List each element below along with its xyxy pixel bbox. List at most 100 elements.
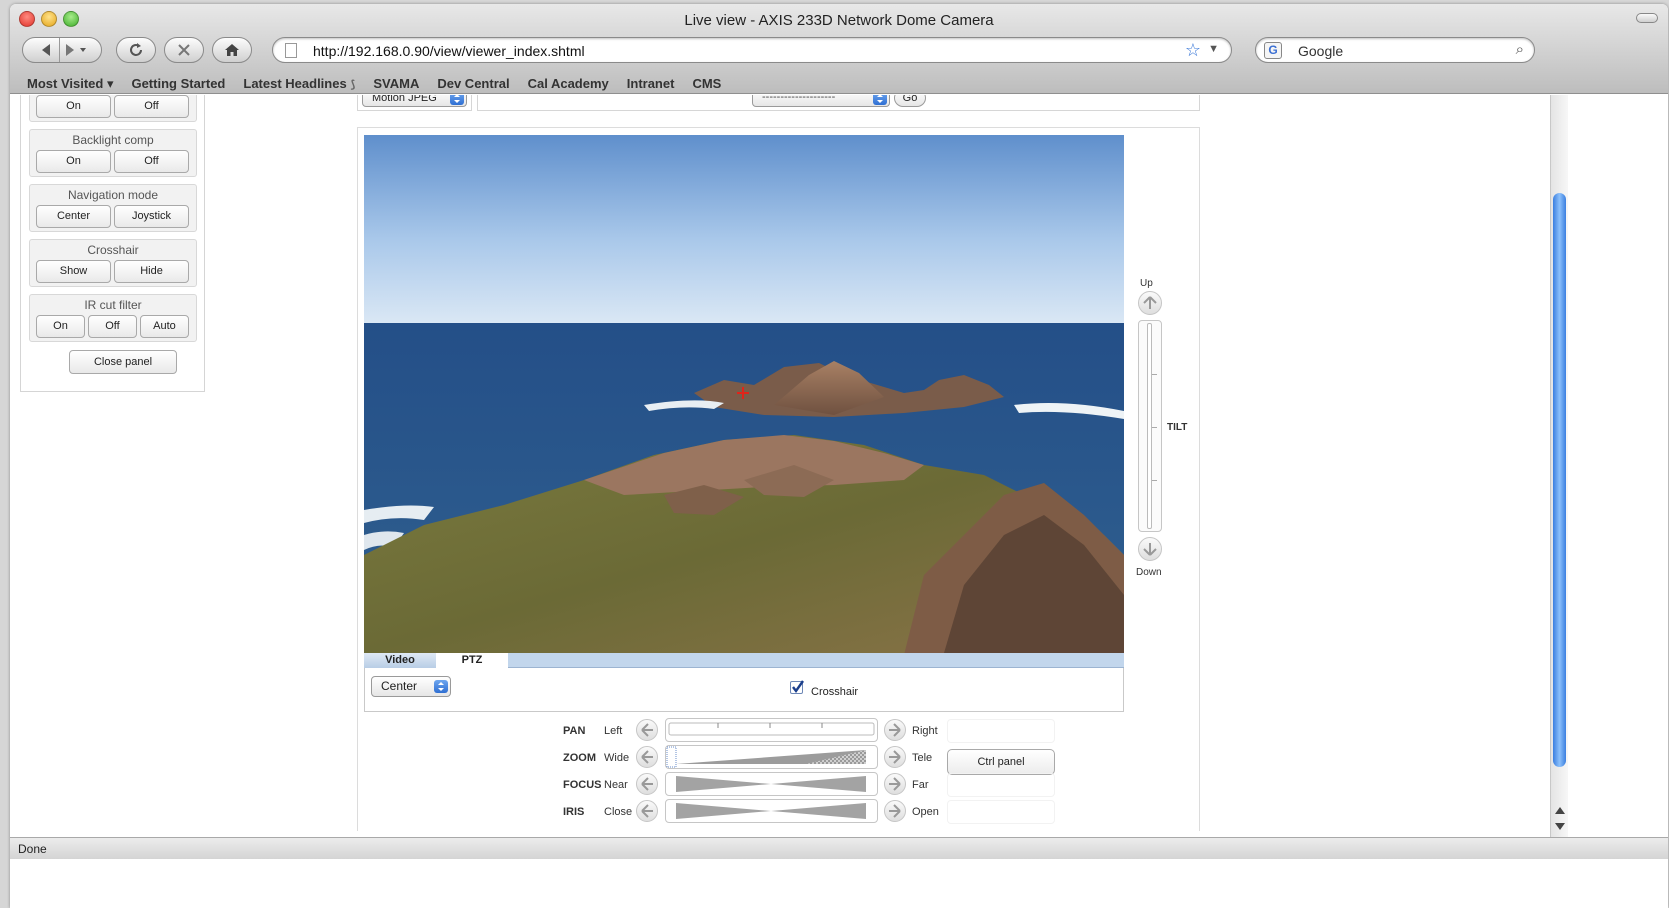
bookmark-latest-headlines[interactable]: Latest Headlines ⟆ [234, 72, 364, 94]
page-content: On Off Backlight comp On Off Navigation … [10, 95, 1550, 831]
pan-label: PAN [563, 725, 586, 737]
camera-live-image[interactable] [364, 135, 1124, 653]
click-mode-value: Center [381, 679, 418, 693]
toolbar-toggle-button[interactable] [1636, 13, 1658, 23]
scroll-up-icon[interactable] [1555, 807, 1565, 814]
stop-icon [178, 44, 190, 56]
window-title: Live view - AXIS 233D Network Dome Camer… [684, 12, 994, 29]
url-dropdown-icon[interactable]: ▼ [1208, 43, 1219, 55]
close-panel-button[interactable]: Close panel [69, 350, 177, 374]
tilt-slider-bar [1147, 323, 1152, 529]
preset-select[interactable]: -------------------- [752, 95, 890, 107]
zoom-wide-button[interactable] [636, 746, 658, 768]
vertical-scrollbar[interactable] [1550, 95, 1568, 837]
zoom-slider[interactable] [665, 745, 878, 769]
ptz-tab-panel: Center Crosshair [364, 668, 1124, 712]
empty-slot [947, 773, 1055, 797]
checkmark-icon [792, 680, 804, 694]
ir-cut-filter-group: IR cut filter On Off Auto [29, 294, 197, 342]
ir-cut-filter-label: IR cut filter [84, 298, 142, 312]
zoom-tele-button[interactable] [884, 746, 906, 768]
bookmark-intranet[interactable]: Intranet [618, 72, 684, 94]
navigation-mode-group: Navigation mode Center Joystick [29, 184, 197, 232]
status-bar: Done [10, 837, 1668, 859]
pan-slider[interactable] [665, 718, 878, 742]
tilt-tick [1152, 374, 1157, 375]
zoom-label: ZOOM [563, 752, 596, 764]
backlight-off-button[interactable]: Off [114, 150, 189, 173]
click-mode-select[interactable]: Center [371, 676, 451, 697]
navigation-joystick-button[interactable]: Joystick [114, 205, 189, 228]
crosshair-checkbox-label: Crosshair [811, 686, 859, 698]
reload-icon [130, 43, 142, 56]
home-button[interactable] [212, 37, 252, 63]
bookmark-dev-central[interactable]: Dev Central [428, 72, 518, 94]
title-bar: Live view - AXIS 233D Network Dome Camer… [10, 4, 1668, 94]
stream-format-select[interactable]: Motion JPEG [362, 95, 467, 107]
iris-close-button[interactable] [636, 800, 658, 822]
ir-cut-on-button[interactable]: On [36, 315, 85, 338]
search-bar[interactable]: G Google ⌕ [1255, 37, 1535, 63]
iris-close-label: Close [604, 806, 633, 818]
reload-button[interactable] [116, 37, 156, 63]
back-icon[interactable] [37, 42, 57, 58]
crosshair-label: Crosshair [87, 243, 139, 257]
ir-cut-off-button[interactable]: Off [88, 315, 137, 338]
scrollbar-thumb[interactable] [1553, 193, 1566, 767]
focus-slider[interactable] [665, 772, 878, 796]
tab-video[interactable]: Video [364, 653, 436, 668]
arrow-right-icon [889, 723, 901, 737]
iris-open-button[interactable] [884, 800, 906, 822]
bookmark-getting-started[interactable]: Getting Started [122, 72, 234, 94]
url-text[interactable]: http://192.168.0.90/view/viewer_index.sh… [313, 43, 585, 59]
view-tabs: Video PTZ [364, 653, 1124, 669]
bookmark-cms[interactable]: CMS [683, 72, 730, 94]
bookmark-star-icon[interactable]: ☆ [1185, 40, 1201, 61]
focus-near-button[interactable] [636, 773, 658, 795]
ctrl-panel-button[interactable]: Ctrl panel [947, 749, 1055, 775]
arrow-left-icon [641, 777, 653, 791]
tilt-tick [1152, 480, 1157, 481]
crosshair-hide-button[interactable]: Hide [114, 260, 189, 283]
top-on-button[interactable]: On [36, 95, 111, 118]
bookmark-svama[interactable]: SVAMA [364, 72, 428, 94]
arrow-right-icon [889, 750, 901, 764]
crosshair-checkbox[interactable] [790, 680, 804, 694]
arrow-right-icon [889, 804, 901, 818]
history-dropdown-icon[interactable] [78, 42, 88, 58]
backlight-group: Backlight comp On Off [29, 129, 197, 177]
search-input[interactable]: Google [1298, 43, 1343, 59]
bookmark-cal-academy[interactable]: Cal Academy [519, 72, 618, 94]
focus-far-button[interactable] [884, 773, 906, 795]
browser-window: Live view - AXIS 233D Network Dome Camer… [10, 4, 1668, 908]
tilt-slider[interactable] [1138, 320, 1162, 532]
tilt-up-button[interactable] [1138, 291, 1162, 315]
scroll-down-icon[interactable] [1555, 823, 1565, 830]
empty-slot [947, 800, 1055, 824]
search-icon[interactable]: ⌕ [1516, 41, 1524, 58]
navigation-center-button[interactable]: Center [36, 205, 111, 228]
go-button[interactable]: Go [894, 95, 926, 107]
bookmark-latest-headlines-label: Latest Headlines [243, 76, 347, 91]
pan-right-button[interactable] [884, 719, 906, 741]
arrow-left-icon [641, 750, 653, 764]
iris-open-label: Open [912, 806, 939, 818]
search-engine-icon[interactable]: G [1264, 42, 1282, 59]
bookmark-most-visited[interactable]: Most Visited ▾ [18, 72, 122, 94]
preset-value: -------------------- [762, 95, 836, 103]
url-bar[interactable]: http://192.168.0.90/view/viewer_index.sh… [272, 37, 1232, 63]
forward-icon[interactable] [62, 42, 78, 58]
top-off-button[interactable]: Off [114, 95, 189, 118]
pan-left-button[interactable] [636, 719, 658, 741]
tilt-down-button[interactable] [1138, 537, 1162, 561]
stream-format-value: Motion JPEG [372, 95, 437, 104]
iris-slider[interactable] [665, 799, 878, 823]
arrow-left-icon [641, 723, 653, 737]
stop-button[interactable] [164, 37, 204, 63]
focus-label: FOCUS [563, 779, 602, 791]
ir-cut-auto-button[interactable]: Auto [140, 315, 189, 338]
crosshair-show-button[interactable]: Show [36, 260, 111, 283]
tab-ptz[interactable]: PTZ [436, 653, 508, 669]
focus-far-label: Far [912, 779, 929, 791]
backlight-on-button[interactable]: On [36, 150, 111, 173]
